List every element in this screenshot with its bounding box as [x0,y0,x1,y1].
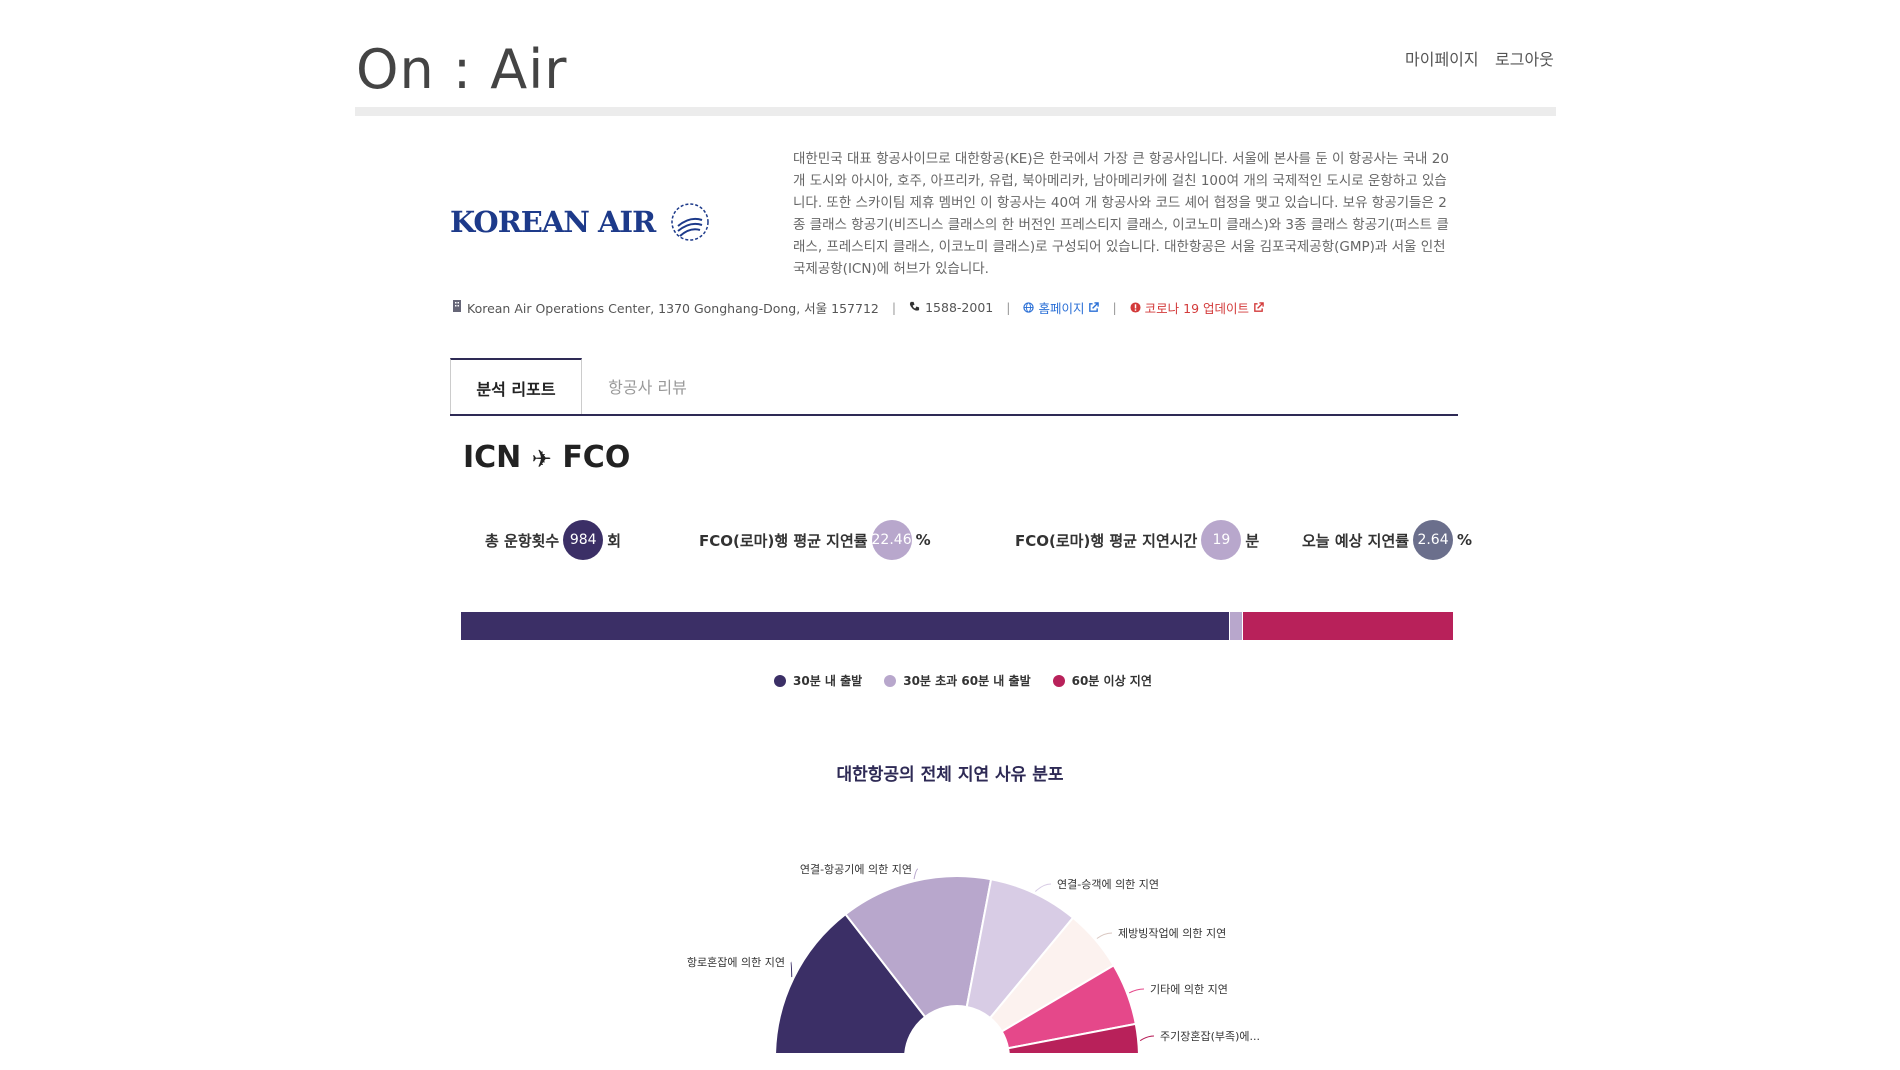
pie-leader-line [1096,932,1113,939]
pie-slice-label: 연결-항공기에 의한 지연 [800,863,912,876]
pie-leader-line [1034,883,1052,892]
pie-slice-label: 연결-승객에 의한 지연 [1057,878,1159,891]
pie-leader-line [1139,1035,1155,1042]
pie-leader-line [913,868,919,880]
pie-slice-label: 항로혼잡에 의한 지연 [687,956,785,969]
delay-reason-pie-chart: 항로혼잡에 의한 지연 연결-항공기에 의한 지연연결-승객에 의한 지연제방빙작… [687,863,1260,1053]
pie-slice-label: 기타에 의한 지연 [1150,983,1228,996]
pie-leader-line [790,961,793,978]
pie-leader-line [1128,988,1145,994]
pie-slice-label: 제방빙작업에 의한 지연 [1118,927,1226,940]
pie-slice-label: 주기장혼잡(부족)에... [1160,1030,1260,1043]
